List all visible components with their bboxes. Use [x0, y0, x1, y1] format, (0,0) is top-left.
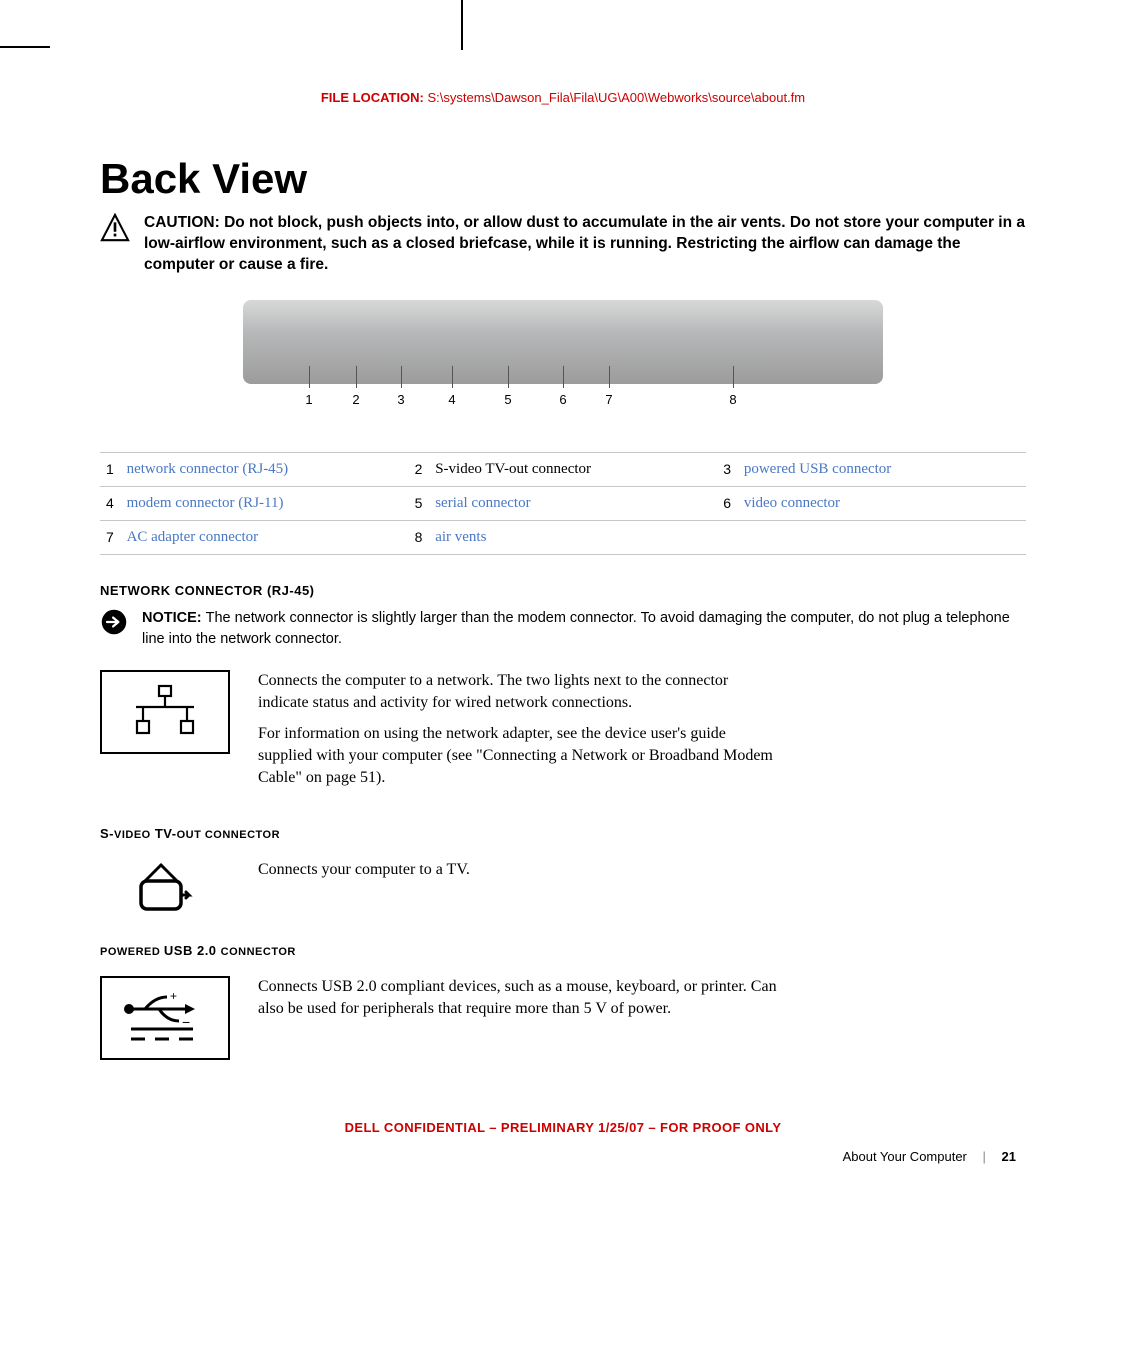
- crop-mark-vertical: [461, 0, 463, 50]
- powered-usb-icon: + −: [100, 976, 230, 1060]
- callout-number: 6: [559, 392, 566, 407]
- network-description: Connects the computer to a network. The …: [258, 670, 778, 798]
- desc-paragraph: Connects USB 2.0 compliant devices, such…: [258, 976, 778, 1021]
- notice-label: NOTICE:: [142, 610, 206, 626]
- notice-block: NOTICE: The network connector is slightl…: [100, 608, 1026, 650]
- caution-label: CAUTION:: [144, 214, 224, 231]
- legend-label: AC adapter connector: [121, 520, 409, 554]
- heading-part: (RJ-45): [267, 583, 315, 598]
- file-location-path: S:\systems\Dawson_Fila\Fila\UG\A00\Webwo…: [428, 90, 806, 105]
- heading-part: USB 2.0: [164, 943, 221, 958]
- legend-label: network connector (RJ-45): [121, 452, 409, 486]
- legend-num: [717, 520, 738, 554]
- usb-description: Connects USB 2.0 compliant devices, such…: [258, 976, 778, 1029]
- footer-page-number: 21: [1002, 1149, 1016, 1164]
- legend-link[interactable]: air vents: [435, 529, 486, 545]
- callout-number: 1: [305, 392, 312, 407]
- caution-body: Do not block, push objects into, or allo…: [144, 214, 1025, 273]
- legend-label: [738, 520, 1026, 554]
- legend-link[interactable]: powered USB connector: [744, 461, 891, 477]
- heading-part: POWERED: [100, 946, 164, 958]
- footer-separator: |: [983, 1149, 986, 1164]
- network-description-row: Connects the computer to a network. The …: [100, 670, 1026, 798]
- legend-link[interactable]: video connector: [744, 495, 840, 511]
- desc-paragraph: Connects the computer to a network. The …: [258, 670, 778, 715]
- caution-text: CAUTION: Do not block, push objects into…: [144, 213, 1026, 276]
- network-port-icon: [100, 670, 230, 754]
- footer-section: About Your Computer: [843, 1149, 967, 1164]
- section-heading-network: NETWORK CONNECTOR (RJ-45): [100, 583, 1026, 598]
- callout-number: 4: [448, 392, 455, 407]
- callout-number: 7: [605, 392, 612, 407]
- section-heading-usb: POWERED USB 2.0 CONNECTOR: [100, 943, 1026, 958]
- legend-link[interactable]: modem connector (RJ-11): [127, 495, 284, 511]
- callout-line: [508, 366, 509, 388]
- svideo-description-row: Connects your computer to a TV.: [100, 859, 1026, 915]
- callout-line: [356, 366, 357, 388]
- legend-num: 8: [409, 520, 430, 554]
- confidential-footer: DELL CONFIDENTIAL – PRELIMINARY 1/25/07 …: [100, 1120, 1026, 1135]
- file-location-header: FILE LOCATION: S:\systems\Dawson_Fila\Fi…: [100, 90, 1026, 105]
- callout-number: 5: [504, 392, 511, 407]
- legend-num: 4: [100, 486, 121, 520]
- callout-line: [609, 366, 610, 388]
- notice-body: The network connector is slightly larger…: [142, 610, 1010, 647]
- heading-part: TV-: [151, 826, 177, 841]
- legend-label: powered USB connector: [738, 452, 1026, 486]
- legend-num: 1: [100, 452, 121, 486]
- callout-line: [733, 366, 734, 388]
- legend-link[interactable]: AC adapter connector: [127, 529, 259, 545]
- notice-text: NOTICE: The network connector is slightl…: [142, 608, 1026, 650]
- legend-label: S-video TV-out connector: [429, 452, 717, 486]
- callout-strip: 1 2 3 4 5 6 7 8: [243, 392, 883, 434]
- page-footer: About Your Computer | 21: [100, 1149, 1026, 1164]
- heading-part: S-: [100, 826, 114, 841]
- table-row: 7 AC adapter connector 8 air vents: [100, 520, 1026, 554]
- legend-label: modem connector (RJ-11): [121, 486, 409, 520]
- heading-part: OUT CONNECTOR: [177, 829, 280, 841]
- legend-table: 1 network connector (RJ-45) 2 S-video TV…: [100, 452, 1026, 555]
- svg-text:+: +: [170, 989, 177, 1003]
- legend-num: 5: [409, 486, 430, 520]
- desc-paragraph: Connects your computer to a TV.: [258, 859, 470, 881]
- callout-line: [401, 366, 402, 388]
- heading-part: VIDEO: [114, 829, 151, 841]
- desc-paragraph: For information on using the network ada…: [258, 723, 778, 790]
- table-row: 1 network connector (RJ-45) 2 S-video TV…: [100, 452, 1026, 486]
- callout-number: 8: [729, 392, 736, 407]
- heading-part: CONNECTOR: [221, 946, 296, 958]
- legend-num: 2: [409, 452, 430, 486]
- legend-num: 3: [717, 452, 738, 486]
- callout-line: [309, 366, 310, 388]
- file-location-label: FILE LOCATION:: [321, 90, 428, 105]
- section-heading-svideo: S-VIDEO TV-OUT CONNECTOR: [100, 826, 1026, 841]
- legend-num: 7: [100, 520, 121, 554]
- crop-mark-horizontal: [0, 46, 50, 48]
- legend-label: air vents: [429, 520, 717, 554]
- callout-line: [563, 366, 564, 388]
- heading-part: NETWORK CONNECTOR: [100, 583, 267, 598]
- svideo-description: Connects your computer to a TV.: [258, 859, 470, 889]
- caution-block: CAUTION: Do not block, push objects into…: [100, 213, 1026, 276]
- legend-num: 6: [717, 486, 738, 520]
- legend-link[interactable]: serial connector: [435, 495, 530, 511]
- callout-number: 3: [397, 392, 404, 407]
- legend-label: video connector: [738, 486, 1026, 520]
- notice-arrow-icon: [100, 608, 128, 641]
- usb-description-row: + − Connects USB 2.0 compliant devices, …: [100, 976, 1026, 1060]
- callout-number: 2: [352, 392, 359, 407]
- page-title: Back View: [100, 155, 1026, 203]
- legend-label: serial connector: [429, 486, 717, 520]
- caution-triangle-icon: [100, 213, 130, 248]
- callout-line: [452, 366, 453, 388]
- legend-link[interactable]: network connector (RJ-45): [127, 461, 289, 477]
- table-row: 4 modem connector (RJ-11) 5 serial conne…: [100, 486, 1026, 520]
- tv-out-icon: [100, 859, 230, 915]
- page-content: FILE LOCATION: S:\systems\Dawson_Fila\Fi…: [0, 0, 1126, 1204]
